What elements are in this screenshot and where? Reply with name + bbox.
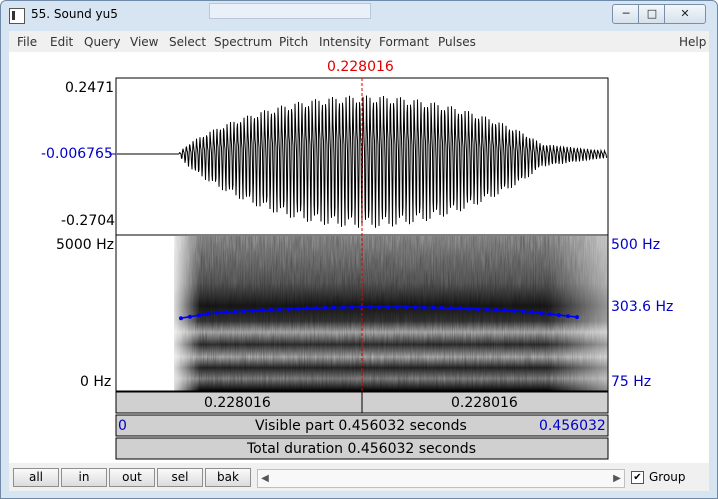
pitch-point [350,305,354,310]
visible-part-label: Visible part 0.456032 seconds [255,418,467,434]
pitch-point [242,309,246,314]
pitch-point [503,308,507,313]
menu-file[interactable]: File [17,35,37,49]
client-area: File Edit Query View Select Spectrum Pit… [9,31,709,491]
menu-bar: File Edit Query View Select Spectrum Pit… [9,31,709,52]
pitch-point [395,305,399,309]
menu-help[interactable]: Help [679,35,706,49]
pitch-point [386,305,390,309]
menu-spectrum[interactable]: Spectrum [214,35,272,49]
pitch-point [413,305,417,310]
pitch-point [179,316,183,321]
pitch-point [368,305,372,309]
menu-pitch[interactable]: Pitch [279,35,308,49]
pitch-point [197,313,201,318]
cursor-right-duration: 0.228016 [451,395,518,411]
pitch-point [260,308,264,313]
pitch-point [485,307,489,312]
menu-intensity[interactable]: Intensity [319,35,371,49]
total-duration-label: Total duration 0.456032 seconds [247,441,476,457]
pitch-point [323,305,327,310]
group-checkbox[interactable]: ✔ [631,471,644,484]
visible-end-time: 0.456032 [539,418,606,434]
close-button[interactable]: ✕ [664,4,706,24]
pitch-point [440,305,444,310]
zoom-in-button[interactable]: in [61,468,107,487]
menu-pulses[interactable]: Pulses [438,35,476,49]
menu-select[interactable]: Select [169,35,206,49]
zoom-all-button[interactable]: all [13,468,59,487]
pitch-point [251,308,255,313]
waveform-cursor-value: -0.006765 [41,146,113,162]
pitch-point [269,307,273,312]
background-window-ghost [209,3,371,19]
pitch-bottom-label: 75 Hz [611,374,652,390]
pitch-point [557,313,561,318]
pitch-point [539,311,543,316]
bottom-toolbar: all in out sel bak ◀ ▶ ✔ Group [9,463,709,491]
pitch-point [566,314,570,319]
zoom-out-button[interactable]: out [109,468,155,487]
praat-app-icon [9,8,25,24]
scroll-left-icon[interactable]: ◀ [258,470,272,487]
pitch-point [512,308,516,313]
pitch-point [521,309,525,314]
pitch-point [233,309,237,314]
waveform-max-label: 0.2471 [65,80,114,96]
pitch-point [305,306,309,311]
spectrogram-bottom-freq: 0 Hz [80,374,112,390]
sound-editor-canvas[interactable]: 0.228016 0.2471 -0.006765 -0.2704 5000 H… [9,52,709,463]
pitch-point [449,306,453,311]
pitch-current-label: 303.6 Hz [611,299,674,315]
pitch-point [575,315,579,320]
pitch-point [467,306,471,311]
cursor-left-duration: 0.228016 [204,395,271,411]
maximize-button[interactable]: □ [638,4,666,24]
praat-sound-window: 55. Sound yu5 ─ □ ✕ File Edit Query View… [0,0,718,499]
pitch-point [431,305,435,310]
waveform-min-label: -0.2704 [61,213,116,229]
cursor-time-label: 0.228016 [327,59,394,75]
pitch-point [188,314,192,319]
group-label: Group [649,470,686,484]
pitch-point [314,306,318,311]
pitch-point [332,305,336,310]
pitch-point [278,307,282,312]
window-title: 55. Sound yu5 [31,7,118,21]
sound-editor-graphics [109,77,609,460]
pitch-point [458,306,462,311]
menu-formant[interactable]: Formant [379,35,429,49]
pitch-point [215,310,219,315]
menu-query[interactable]: Query [84,35,120,49]
zoom-back-button[interactable]: bak [205,468,251,487]
pitch-point [494,307,498,312]
title-bar[interactable]: 55. Sound yu5 ─ □ ✕ [1,1,717,30]
visible-start-time: 0 [118,418,127,434]
pitch-point [404,305,408,310]
zoom-selection-button[interactable]: sel [157,468,203,487]
pitch-point [530,310,534,315]
pitch-point [206,311,210,316]
scroll-right-icon[interactable]: ▶ [610,470,624,487]
minimize-button[interactable]: ─ [612,4,640,24]
pitch-point [422,305,426,310]
pitch-point [377,305,381,309]
pitch-point [287,307,291,311]
pitch-point [224,310,228,315]
pitch-point [296,306,300,311]
pitch-point [476,307,480,312]
pitch-point [548,312,552,317]
pitch-top-label: 500 Hz [611,237,661,253]
menu-edit[interactable]: Edit [50,35,73,49]
pitch-point [341,305,345,310]
menu-view[interactable]: View [130,35,158,49]
time-scrollbar[interactable]: ◀ ▶ [257,469,625,488]
spectrogram-top-freq: 5000 Hz [56,237,114,253]
